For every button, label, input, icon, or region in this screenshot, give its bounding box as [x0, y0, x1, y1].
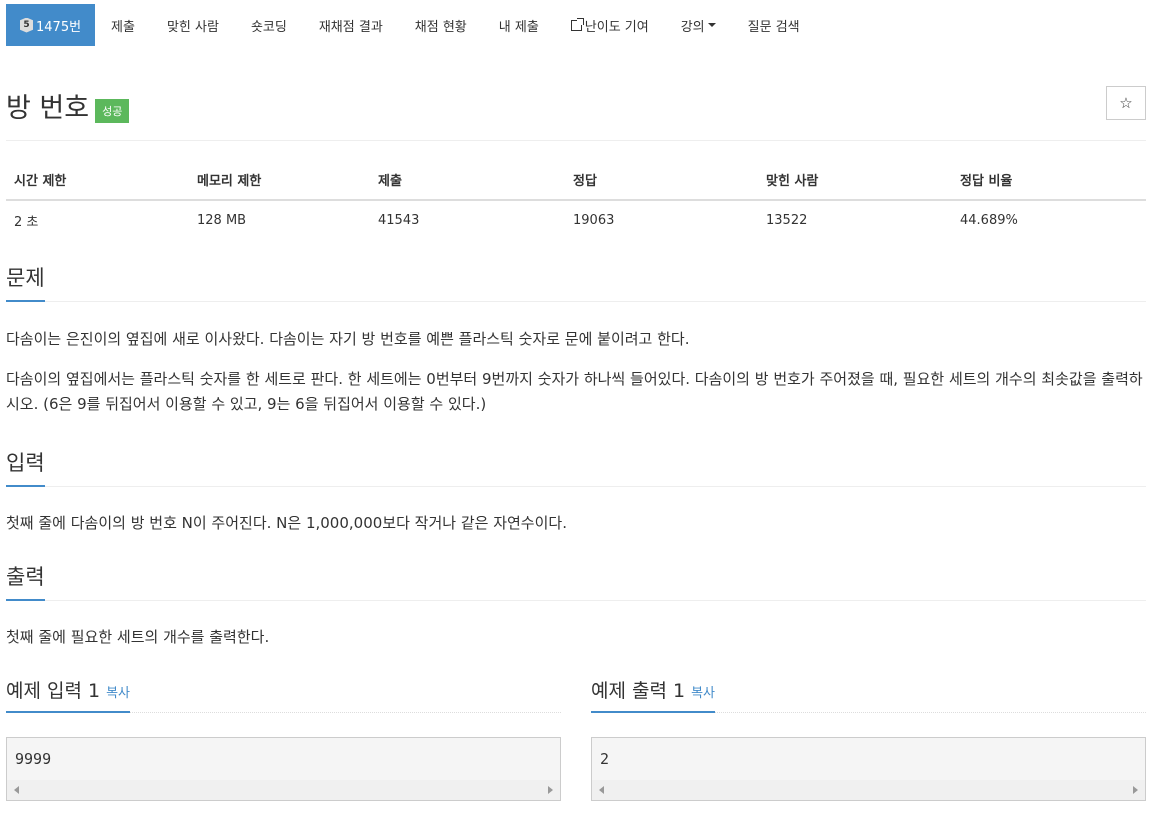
tab-difficulty-label: 난이도 기여	[584, 19, 649, 35]
memory-limit-value: 128 MB	[197, 213, 247, 228]
tab-short-coding[interactable]: 숏코딩	[235, 4, 303, 46]
scroll-left-icon[interactable]	[599, 786, 604, 794]
tab-solved-users[interactable]: 맞힌 사람	[151, 4, 235, 46]
problem-info-table: 시간 제한 메모리 제한 제출 정답 맞힌 사람 정답 비율 2 초 128 M…	[6, 160, 1146, 240]
favorite-star-button[interactable]: ☆	[1106, 86, 1146, 120]
problem-nav: 5 1475번 제출 맞힌 사람 숏코딩 재채점 결과 채점 현황 내 제출 난…	[6, 4, 816, 46]
tab-problem[interactable]: 5 1475번	[6, 4, 96, 46]
output-header: 출력	[6, 561, 1146, 601]
copy-output-link[interactable]: 복사	[691, 686, 715, 701]
header-submissions: 제출	[370, 160, 565, 201]
sample-output-box[interactable]: 2	[591, 737, 1146, 801]
accepted-value: 19063	[573, 213, 615, 228]
result-badge: 성공	[95, 98, 130, 123]
divider	[6, 301, 1146, 302]
description-paragraph-1: 다솜이는 은진이의 옆집에 새로 이사왔다. 다솜이는 자기 방 번호를 예쁜 …	[6, 330, 690, 348]
divider	[6, 600, 1146, 601]
sample-output-panel: 예제 출력 1 복사 2	[591, 676, 1146, 801]
horizontal-scrollbar[interactable]	[7, 780, 560, 800]
scroll-left-icon[interactable]	[14, 786, 19, 794]
header-accept-ratio: 정답 비율	[952, 160, 1146, 201]
sample-output-title: 예제 출력 1	[591, 680, 686, 702]
input-description: 첫째 줄에 다솜이의 방 번호 N이 주어진다. N은 1,000,000보다 …	[6, 514, 567, 532]
tab-qna[interactable]: 질문 검색	[732, 4, 816, 46]
tab-submit[interactable]: 제출	[95, 4, 151, 46]
input-header: 입력	[6, 447, 1146, 487]
output-title: 출력	[6, 561, 45, 601]
header-time-limit: 시간 제한	[6, 160, 189, 201]
tab-lecture-dropdown[interactable]: 강의	[665, 4, 732, 46]
submissions-value: 41543	[378, 213, 420, 228]
copy-input-link[interactable]: 복사	[106, 686, 130, 701]
tab-difficulty[interactable]: 난이도 기여	[555, 4, 665, 46]
external-link-icon	[570, 17, 584, 31]
sample-input-title: 예제 입력 1	[6, 680, 101, 702]
description-paragraph-2: 다솜이의 옆집에서는 플라스틱 숫자를 한 세트로 판다. 한 세트에는 0번부…	[6, 370, 1143, 413]
sample-output-header: 예제 출력 1 복사	[591, 676, 716, 713]
time-limit-value: 2 초	[14, 215, 39, 230]
caret-down-icon	[707, 23, 716, 27]
sample-input-panel: 예제 입력 1 복사 9999	[6, 676, 561, 801]
description-header: 문제	[6, 262, 1146, 302]
page-title: 방 번호	[6, 93, 90, 124]
sample-input-value: 9999	[15, 750, 52, 768]
scroll-right-icon[interactable]	[1133, 786, 1138, 794]
description-title: 문제	[6, 262, 45, 302]
output-description: 첫째 줄에 필요한 세트의 개수를 출력한다.	[6, 628, 270, 646]
sample-output-value: 2	[600, 750, 610, 768]
input-title: 입력	[6, 447, 45, 487]
horizontal-scrollbar[interactable]	[592, 780, 1145, 800]
tier-badge-icon: 5	[20, 17, 33, 33]
table-header-row: 시간 제한 메모리 제한 제출 정답 맞힌 사람 정답 비율	[6, 160, 1146, 201]
divider	[6, 140, 1146, 141]
scroll-right-icon[interactable]	[548, 786, 553, 794]
tab-lecture-label: 강의	[680, 19, 705, 35]
header-solved-users: 맞힌 사람	[758, 160, 952, 201]
tab-rejudge[interactable]: 재채점 결과	[303, 4, 399, 46]
tab-my-submit[interactable]: 내 제출	[483, 4, 555, 46]
header-memory-limit: 메모리 제한	[189, 160, 370, 201]
divider	[6, 486, 1146, 487]
sample-input-header: 예제 입력 1 복사	[6, 676, 131, 713]
title-row: 방 번호 성공	[6, 86, 130, 125]
accept-ratio-value: 44.689%	[960, 213, 1018, 228]
table-row: 2 초 128 MB 41543 19063 13522 44.689%	[6, 200, 1146, 240]
tab-status[interactable]: 채점 현황	[399, 4, 483, 46]
tab-problem-label: 1475번	[36, 19, 82, 35]
solved-users-value: 13522	[766, 213, 808, 228]
header-accepted: 정답	[565, 160, 758, 201]
sample-input-box[interactable]: 9999	[6, 737, 561, 801]
